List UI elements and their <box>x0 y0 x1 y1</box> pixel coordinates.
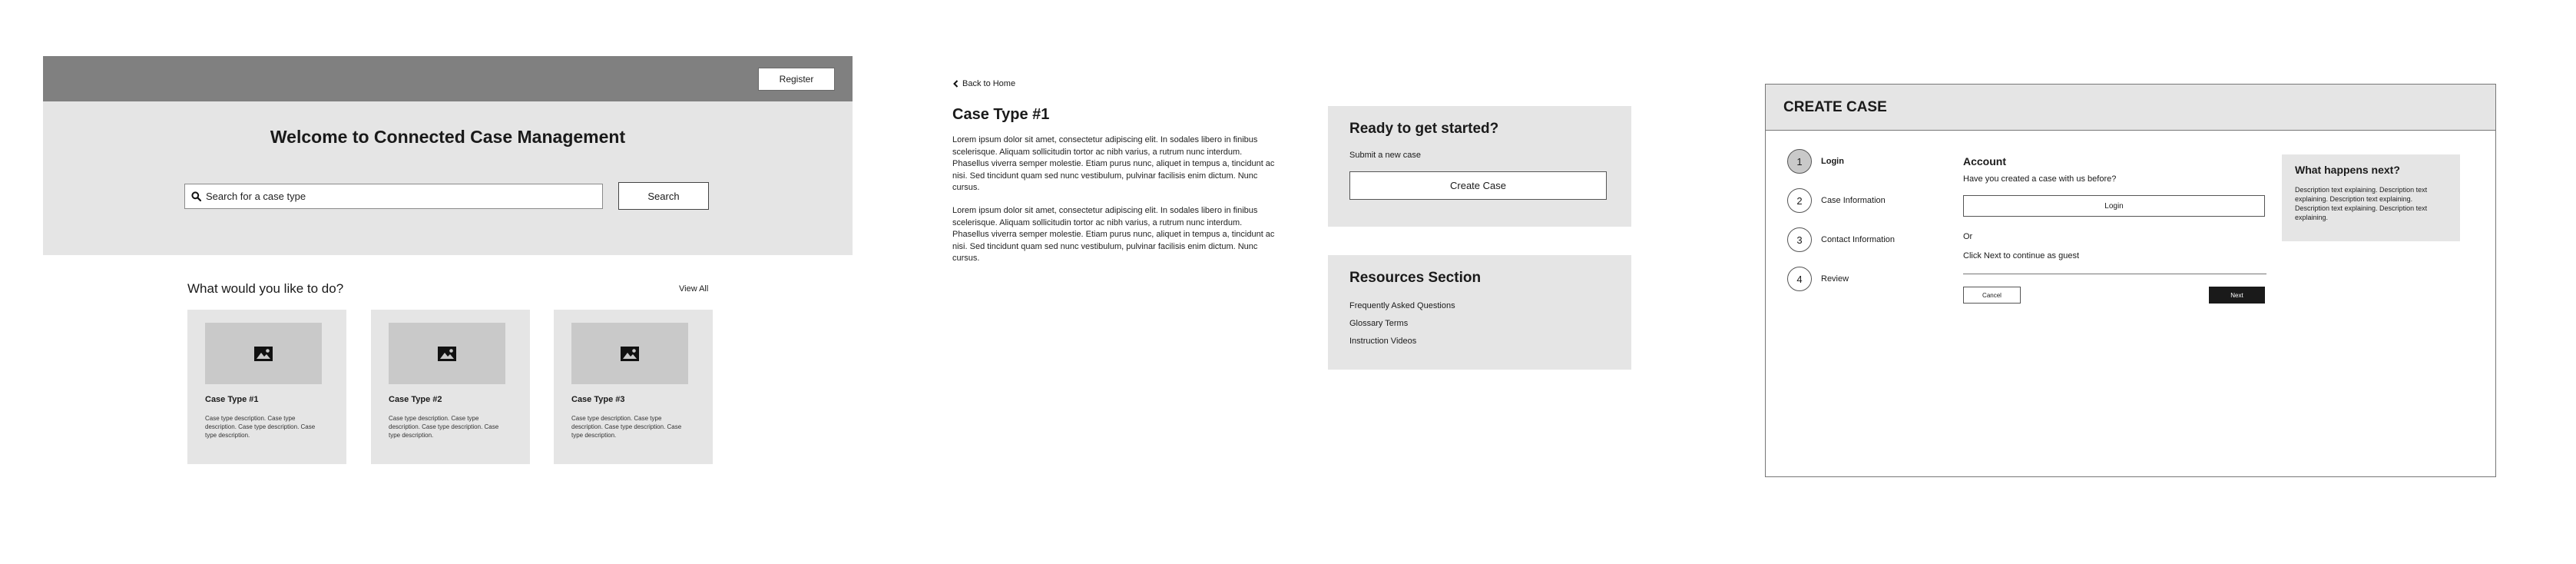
step-1-label[interactable]: Login <box>1821 157 1844 166</box>
search-icon <box>191 191 201 201</box>
card-description: Case type description. Case type descrip… <box>571 415 682 439</box>
search-input[interactable]: Search for a case type <box>184 184 603 209</box>
create-case-button[interactable]: Create Case <box>1349 171 1607 200</box>
guest-instruction: Click Next to continue as guest <box>1963 251 2080 260</box>
cancel-button[interactable]: Cancel <box>1963 287 2021 304</box>
card-description: Case type description. Case type descrip… <box>205 415 316 439</box>
image-placeholder <box>571 323 688 384</box>
step-3-label[interactable]: Contact Information <box>1821 235 1895 244</box>
chevron-left-icon <box>953 80 959 88</box>
home-header-bar <box>43 56 853 101</box>
case-type-card[interactable]: Case Type #1 Case type description. Case… <box>187 310 346 464</box>
create-case-window <box>1765 84 2496 477</box>
search-placeholder: Search for a case type <box>206 191 306 202</box>
page-title: Welcome to Connected Case Management <box>270 127 626 147</box>
instruction-videos-link[interactable]: Instruction Videos <box>1349 337 1416 346</box>
step-2-indicator[interactable]: 2 <box>1787 188 1812 213</box>
case-type-title: Case Type #1 <box>952 106 1050 123</box>
image-placeholder <box>389 323 505 384</box>
what-happens-next-title: What happens next? <box>2295 164 2400 176</box>
card-title: Case Type #3 <box>571 395 625 404</box>
image-icon <box>438 346 456 361</box>
view-all-link[interactable]: View All <box>679 284 708 294</box>
hero-section <box>43 101 853 255</box>
search-button[interactable]: Search <box>618 182 709 210</box>
get-started-subtitle: Submit a new case <box>1349 151 1421 160</box>
account-title: Account <box>1963 155 2006 168</box>
step-2-label[interactable]: Case Information <box>1821 196 1886 205</box>
description-paragraph: Lorem ipsum dolor sit amet, consectetur … <box>952 206 1275 263</box>
step-4-indicator[interactable]: 4 <box>1787 267 1812 291</box>
register-button[interactable]: Register <box>758 68 835 91</box>
section-title: What would you like to do? <box>187 281 344 296</box>
get-started-title: Ready to get started? <box>1349 121 1499 137</box>
or-separator: Or <box>1963 232 1973 241</box>
step-3-indicator[interactable]: 3 <box>1787 227 1812 252</box>
login-button[interactable]: Login <box>1963 195 2265 217</box>
resources-title: Resources Section <box>1349 270 1482 286</box>
case-type-card[interactable]: Case Type #3 Case type description. Case… <box>554 310 713 464</box>
case-type-card[interactable]: Case Type #2 Case type description. Case… <box>371 310 530 464</box>
image-icon <box>254 346 273 361</box>
card-title: Case Type #2 <box>389 395 442 404</box>
back-to-home-link[interactable]: Back to Home <box>953 79 1015 88</box>
card-description: Case type description. Case type descrip… <box>389 415 499 439</box>
what-happens-next-description: Description text explaining. Description… <box>2295 186 2428 221</box>
account-question: Have you created a case with us before? <box>1963 174 2117 184</box>
glossary-link[interactable]: Glossary Terms <box>1349 319 1408 328</box>
image-placeholder <box>205 323 322 384</box>
faq-link[interactable]: Frequently Asked Questions <box>1349 301 1455 310</box>
step-4-label[interactable]: Review <box>1821 274 1849 284</box>
create-case-title: CREATE CASE <box>1783 99 1887 115</box>
step-1-indicator[interactable]: 1 <box>1787 149 1812 174</box>
description-paragraph: Lorem ipsum dolor sit amet, consectetur … <box>952 135 1275 192</box>
next-button[interactable]: Next <box>2209 287 2265 304</box>
image-icon <box>621 346 639 361</box>
back-link-label: Back to Home <box>962 79 1016 88</box>
card-title: Case Type #1 <box>205 395 259 404</box>
